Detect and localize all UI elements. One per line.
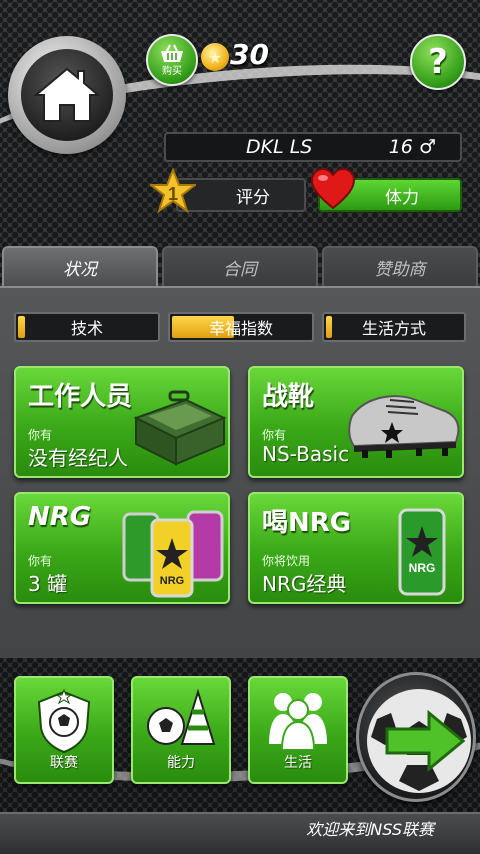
nav-ability-button[interactable]: 能力 xyxy=(131,676,231,784)
svg-text:NRG: NRG xyxy=(160,575,184,587)
tab-sponsor-label: 赞助商 xyxy=(374,259,426,280)
coin-count: 30 xyxy=(230,38,269,71)
nav-ability-label: 能力 xyxy=(167,755,195,771)
nav-life-label: 生活 xyxy=(284,755,312,771)
welcome-text: 欢迎来到NSS联赛 xyxy=(306,820,434,839)
card-staff-title: 工作人员 xyxy=(28,382,133,412)
soccer-ball-arrow-icon xyxy=(367,689,471,793)
card-staff-value: 没有经纪人 xyxy=(28,446,128,470)
player-age-gender: 16 ♂ xyxy=(389,136,436,158)
shop-label: 购买 xyxy=(162,65,182,77)
card-drink-nrg[interactable]: 喝NRG 你将饮用 NRG经典 NRG xyxy=(248,492,464,604)
shop-button[interactable]: 购买 xyxy=(146,34,198,86)
subtab-skill-label: 技术 xyxy=(70,319,103,338)
subtab-lifestyle-label: 生活方式 xyxy=(361,319,426,338)
card-drink-value: NRG经典 xyxy=(262,572,347,596)
briefcase-icon xyxy=(133,390,227,466)
house-icon xyxy=(33,67,101,122)
heart-icon xyxy=(310,168,356,210)
lifestyle-progress-fill xyxy=(326,316,333,338)
card-boots-value: NS-Basic xyxy=(262,442,350,466)
player-name: DKL LS xyxy=(246,136,313,158)
basket-icon xyxy=(161,44,183,62)
nav-league-label: 联赛 xyxy=(50,755,78,771)
svg-text:NRG: NRG xyxy=(409,561,436,575)
rating-label: 评分 xyxy=(236,187,270,208)
tab-sponsor[interactable]: 赞助商 xyxy=(322,246,478,286)
gender-icon: ♂ xyxy=(418,136,436,158)
energy-label: 体力 xyxy=(385,187,419,208)
nav-life-button[interactable]: 生活 xyxy=(248,676,348,784)
coin-icon: ★ xyxy=(201,43,229,71)
ball-cone-icon xyxy=(147,688,216,745)
card-staff[interactable]: 工作人员 你有 没有经纪人 xyxy=(14,366,230,478)
card-boots-title: 战靴 xyxy=(262,382,315,412)
nrg-can-icon: NRG xyxy=(398,508,446,596)
people-icon xyxy=(269,693,327,750)
subtab-lifestyle[interactable]: 生活方式 xyxy=(322,312,466,342)
continue-button[interactable] xyxy=(356,672,476,802)
level-star-icon: 1 xyxy=(150,168,196,214)
football-boot-icon xyxy=(348,395,460,458)
level-number: 1 xyxy=(168,184,178,204)
player-info-bar: DKL LS 16 ♂ xyxy=(164,132,462,162)
card-drink-sub: 你将饮用 xyxy=(262,554,311,568)
player-age: 16 xyxy=(388,136,413,158)
tab-contract-label: 合同 xyxy=(223,259,257,280)
home-button[interactable] xyxy=(8,36,126,154)
nrg-cans-icon: NRG xyxy=(122,510,224,598)
subtab-happiness-label: 幸福指数 xyxy=(208,319,273,338)
card-staff-sub: 你有 xyxy=(28,428,53,442)
card-boots[interactable]: 战靴 你有 NS-Basic xyxy=(248,366,464,478)
card-boots-sub: 你有 xyxy=(262,428,287,442)
card-drink-title: 喝NRG xyxy=(262,508,352,538)
card-nrg-sub: 你有 xyxy=(28,554,53,568)
tab-status-label: 状况 xyxy=(63,259,97,280)
card-nrg-value: 3 罐 xyxy=(28,572,68,596)
league-shield-icon xyxy=(37,688,91,754)
help-button[interactable]: ? xyxy=(410,34,466,90)
subtab-happiness[interactable]: 幸福指数 xyxy=(168,312,314,342)
subtab-skill[interactable]: 技术 xyxy=(14,312,160,342)
tab-contract[interactable]: 合同 xyxy=(162,246,318,286)
skill-progress-fill xyxy=(18,316,25,338)
card-nrg[interactable]: NRG 你有 3 罐 NRG xyxy=(14,492,230,604)
card-nrg-title: NRG xyxy=(28,502,92,532)
nav-league-button[interactable]: 联赛 xyxy=(14,676,114,784)
tab-status[interactable]: 状况 xyxy=(2,246,158,286)
